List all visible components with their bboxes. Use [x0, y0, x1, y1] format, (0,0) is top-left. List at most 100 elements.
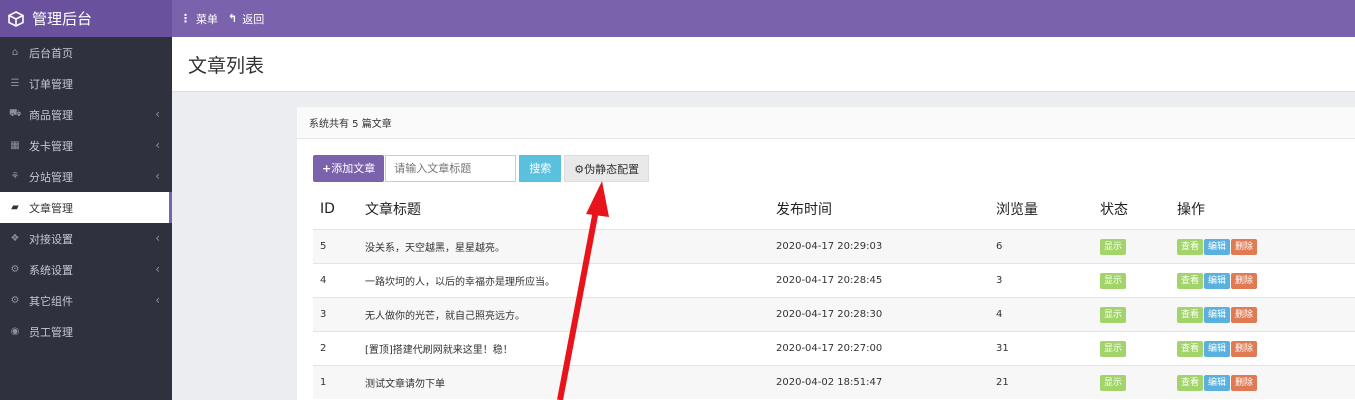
article-table: ID 文章标题 发布时间 浏览量 状态 操作 5 没关系，天空越黑，星星越亮。 20… [313, 189, 1355, 399]
sidebar-item-6[interactable]: ❖ 对接设置 ‹ [0, 223, 172, 254]
sidebar-item-1[interactable]: ☰ 订单管理 [0, 68, 172, 99]
menu-icon: ⋮ [180, 12, 191, 25]
row-actions: 查看 编辑 删除 [1176, 297, 1355, 332]
row-title: 没关系，天空越黑，星星越亮。 [364, 229, 775, 264]
table-row: 2 [置顶]搭建代刷网就来这里！稳！ 2020-04-17 20:27:00 31 显示… [313, 331, 1355, 366]
grid-icon: ▦ [10, 140, 20, 151]
edit-button[interactable]: 编辑 [1204, 374, 1231, 391]
sidebar-item-5[interactable]: ▰ 文章管理 [0, 192, 172, 223]
sidebar-item-3[interactable]: ▦ 发卡管理 ‹ [0, 130, 172, 161]
sidebar-item-label: 商品管理 [29, 108, 73, 122]
column-header-status[interactable]: 状态 [1099, 189, 1176, 230]
sitemap-icon: ⚘ [10, 171, 20, 182]
search-input[interactable] [385, 155, 517, 182]
sidebar-item-0[interactable]: ⌂ 后台首页 [0, 37, 172, 68]
sidebar-item-label: 文章管理 [29, 201, 73, 215]
sidebar-item-label: 系统设置 [29, 263, 73, 277]
table-row: 4 一路坎坷的人，以后的幸福亦是理所应当。 2020-04-17 20:28:45 3… [313, 263, 1355, 298]
view-button[interactable]: 查看 [1177, 340, 1204, 357]
status-badge[interactable]: 显示 [1100, 374, 1127, 391]
row-time: 2020-04-17 20:27:00 [775, 331, 995, 366]
top-bar: 管理后台 ⋮ 菜单 ↰ 返回 [0, 0, 1355, 37]
add-article-button[interactable]: +添加文章 [313, 155, 385, 182]
row-actions: 查看 编辑 删除 [1176, 331, 1355, 366]
chevron-left-icon: ‹ [155, 231, 160, 245]
sidebar-item-2[interactable]: ⛟ 商品管理 ‹ [0, 99, 172, 130]
edit-button[interactable]: 编辑 [1204, 306, 1231, 323]
edit-button[interactable]: 编辑 [1204, 272, 1231, 289]
view-button[interactable]: 查看 [1177, 238, 1204, 255]
card-heading: 系统共有 5 篇文章 [297, 107, 1355, 139]
chevron-left-icon: ‹ [155, 262, 160, 276]
row-views: 6 [995, 229, 1099, 264]
column-header-views[interactable]: 浏览量 [995, 189, 1099, 230]
edit-button[interactable]: 编辑 [1204, 340, 1231, 357]
chevron-left-icon: ‹ [155, 138, 160, 152]
row-title: 一路坎坷的人，以后的幸福亦是理所应当。 [364, 263, 775, 298]
view-button[interactable]: 查看 [1177, 306, 1204, 323]
sidebar-item-4[interactable]: ⚘ 分站管理 ‹ [0, 161, 172, 192]
status-badge[interactable]: 显示 [1100, 340, 1127, 357]
sidebar-item-8[interactable]: ⚙ 其它组件 ‹ [0, 285, 172, 316]
sidebar-item-7[interactable]: ⚙ 系统设置 ‹ [0, 254, 172, 285]
delete-button[interactable]: 删除 [1231, 340, 1258, 357]
sidebar-item-label: 发卡管理 [29, 139, 73, 153]
row-status: 显示 [1099, 263, 1176, 298]
chevron-left-icon: ‹ [155, 293, 160, 307]
row-id: 3 [313, 297, 364, 332]
column-header-id[interactable]: ID [313, 189, 364, 230]
home-icon: ⌂ [11, 47, 19, 58]
back-button[interactable]: ↰ 返回 [228, 11, 264, 27]
sidebar-item-label: 其它组件 [29, 294, 73, 308]
delete-button[interactable]: 删除 [1231, 238, 1258, 255]
edit-button[interactable]: 编辑 [1204, 238, 1231, 255]
row-views: 3 [995, 263, 1099, 298]
sidebar-item-label: 对接设置 [29, 232, 73, 246]
view-button[interactable]: 查看 [1177, 272, 1204, 289]
gear-icon: ⚙ [10, 264, 20, 275]
sidebar-item-9[interactable]: ◉ 员工管理 [0, 316, 172, 347]
row-actions: 查看 编辑 删除 [1176, 365, 1355, 399]
row-id: 5 [313, 229, 364, 264]
view-button[interactable]: 查看 [1177, 374, 1204, 391]
rewrite-config-button[interactable]: ⚙伪静态配置 [564, 155, 650, 182]
article-card: 系统共有 5 篇文章 +添加文章 搜索 ⚙伪静态配置 ID 文章标题 发布时间 … [297, 107, 1355, 400]
row-actions: 查看 编辑 删除 [1176, 229, 1355, 264]
row-views: 31 [995, 331, 1099, 366]
menu-toggle-button[interactable]: ⋮ 菜单 [180, 11, 218, 27]
delete-button[interactable]: 删除 [1231, 306, 1258, 323]
cube-icon [8, 10, 24, 27]
table-row: 1 测试文章请勿下单 2020-04-02 18:51:47 21 显示 查看 编辑 删除 [313, 365, 1355, 399]
status-badge[interactable]: 显示 [1100, 238, 1127, 255]
chevron-left-icon: ‹ [155, 169, 160, 183]
row-title: [置顶]搭建代刷网就来这里！稳！ [364, 331, 775, 366]
row-time: 2020-04-02 18:51:47 [775, 365, 995, 399]
row-time: 2020-04-17 20:29:03 [775, 229, 995, 264]
brand[interactable]: 管理后台 [0, 0, 172, 37]
row-title: 测试文章请勿下单 [364, 365, 775, 399]
gear-icon: ⚙ [574, 163, 585, 176]
delete-button[interactable]: 删除 [1231, 374, 1258, 391]
row-title: 无人做你的光芒，就自己照亮远方。 [364, 297, 775, 332]
delete-button[interactable]: 删除 [1231, 272, 1258, 289]
row-status: 显示 [1099, 365, 1176, 399]
sidebar-item-label: 订单管理 [29, 77, 73, 91]
cubes-icon: ❖ [10, 233, 20, 244]
add-article-label: 添加文章 [331, 162, 376, 175]
table-row: 3 无人做你的光芒，就自己照亮远方。 2020-04-17 20:28:30 4 显示 查… [313, 297, 1355, 332]
cart-icon: ⛟ [9, 108, 22, 119]
row-id: 2 [313, 331, 364, 366]
table-row: 5 没关系，天空越黑，星星越亮。 2020-04-17 20:29:03 6 显示 查看编… [313, 229, 1355, 264]
column-header-time[interactable]: 发布时间 [775, 189, 995, 230]
back-icon: ↰ [228, 12, 238, 25]
search-button[interactable]: 搜索 [519, 155, 562, 182]
row-status: 显示 [1099, 331, 1176, 366]
back-label: 返回 [242, 12, 265, 26]
status-badge[interactable]: 显示 [1100, 306, 1127, 323]
column-header-title[interactable]: 文章标题 [364, 189, 775, 230]
page-header: 文章列表 [172, 37, 1355, 92]
row-actions: 查看 编辑 删除 [1176, 263, 1355, 298]
row-views: 4 [995, 297, 1099, 332]
status-badge[interactable]: 显示 [1100, 272, 1127, 289]
page-title: 文章列表 [188, 55, 265, 77]
